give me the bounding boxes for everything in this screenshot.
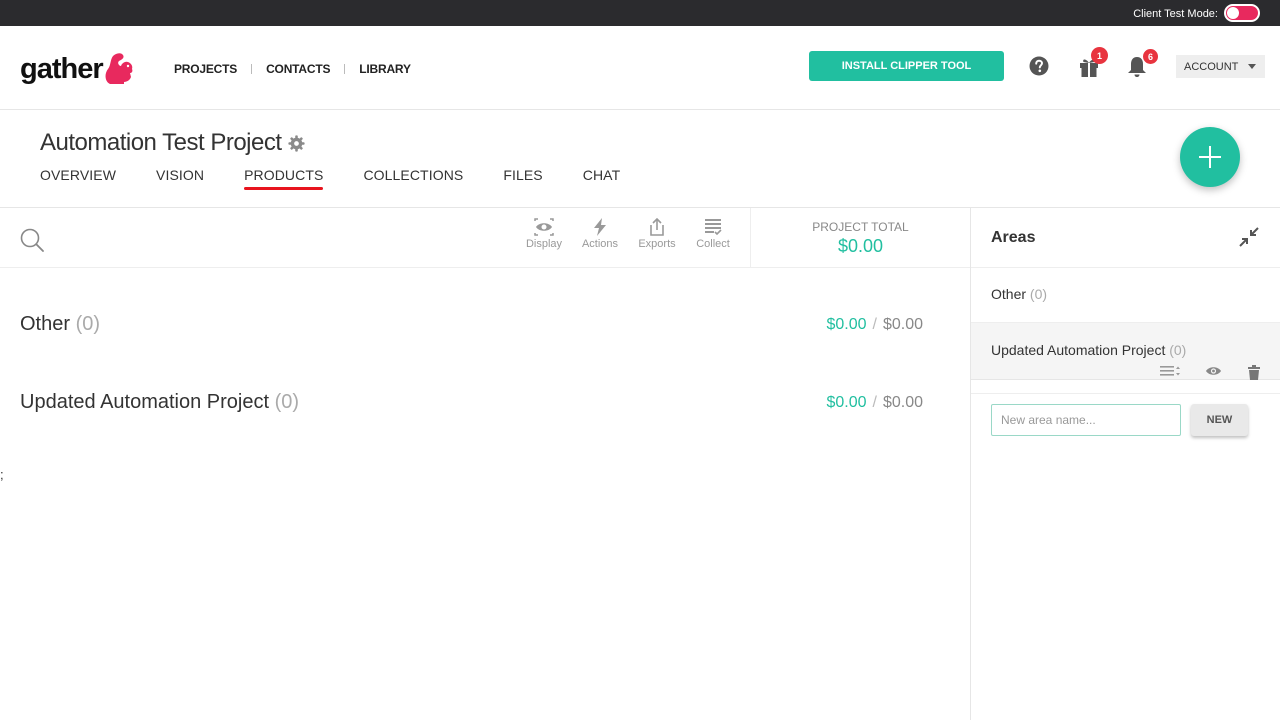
project-tabs: OVERVIEW VISION PRODUCTS COLLECTIONS FIL… — [40, 167, 660, 190]
area-budget: $0.00 — [882, 316, 923, 333]
area-item-count: (0) — [1029, 286, 1048, 302]
new-area-input[interactable] — [991, 404, 1181, 436]
tab-overview[interactable]: OVERVIEW — [40, 167, 116, 183]
client-test-mode-toggle[interactable] — [1224, 4, 1260, 22]
area-row[interactable]: Updated Automation Project (0) $0.00/$0.… — [20, 391, 923, 421]
products-toolbar: Display Actions Exports Collect PROJECT … — [0, 208, 970, 268]
areas-panel-header: Areas — [971, 208, 1280, 268]
chevron-down-icon — [1248, 64, 1256, 69]
install-clipper-button[interactable]: INSTALL CLIPPER TOOL — [809, 51, 1004, 81]
eye-icon — [534, 218, 554, 236]
area-title: Updated Automation Project (0) — [20, 391, 300, 413]
slash-divider: / — [872, 394, 877, 411]
nav-library[interactable]: LIBRARY — [359, 62, 411, 76]
area-item-count: (0) — [1169, 342, 1187, 358]
tab-files[interactable]: FILES — [503, 167, 542, 183]
areas-list-item[interactable]: Updated Automation Project (0) — [971, 323, 1280, 380]
notifications-badge: 6 — [1143, 49, 1158, 64]
eye-icon[interactable] — [1205, 365, 1222, 377]
top-strip: Client Test Mode: — [0, 0, 1280, 26]
area-title: Other (0) — [20, 313, 101, 335]
slash-divider: / — [872, 316, 877, 333]
gather-logo[interactable]: gather — [20, 51, 134, 91]
area-count: (0) — [274, 391, 300, 413]
area-item-label: Updated Automation Project (0) — [991, 342, 1187, 358]
areas-list-item[interactable]: Other (0) — [971, 268, 1280, 323]
tab-vision[interactable]: VISION — [156, 167, 204, 183]
share-icon — [650, 218, 664, 236]
collect-tool[interactable]: Collect — [688, 218, 738, 250]
collapse-icon[interactable] — [1238, 226, 1260, 248]
app-header: gather PROJECTS CONTACTS LIBRARY INSTALL… — [0, 26, 1280, 110]
area-item-actions — [971, 365, 1280, 380]
project-total: PROJECT TOTAL $0.00 — [750, 208, 970, 268]
search-icon[interactable] — [20, 228, 44, 252]
page-title: Automation Test Project — [40, 129, 282, 156]
area-totals: $0.00 / $0.00 — [826, 316, 923, 334]
area-row[interactable]: Other (0) $0.00 / $0.00 — [20, 313, 923, 343]
new-area-button[interactable]: NEW — [1191, 404, 1248, 436]
area-item-label: Other (0) — [991, 286, 1048, 302]
nav-contacts[interactable]: CONTACTS — [266, 62, 330, 76]
project-total-value: $0.00 — [837, 236, 884, 256]
list-check-icon — [705, 219, 722, 236]
actions-label: Actions — [581, 238, 619, 250]
account-label: ACCOUNT — [1184, 60, 1239, 73]
account-dropdown[interactable]: ACCOUNT — [1176, 55, 1265, 78]
main-nav: PROJECTS CONTACTS LIBRARY — [174, 62, 411, 76]
area-count: (0) — [75, 313, 101, 335]
tab-collections[interactable]: COLLECTIONS — [363, 167, 463, 183]
area-amount: $0.00 — [826, 394, 867, 411]
tab-chat[interactable]: CHAT — [583, 167, 620, 183]
actions-tool[interactable]: Actions — [575, 218, 625, 250]
squirrel-icon — [105, 53, 133, 84]
project-header: Automation Test Project OVERVIEW VISION … — [0, 110, 1280, 208]
display-tool[interactable]: Display — [519, 218, 569, 250]
collect-label: Collect — [696, 238, 730, 250]
reorder-icon[interactable] — [1160, 365, 1182, 377]
project-total-label: PROJECT TOTAL — [812, 220, 909, 234]
client-test-mode-label: Client Test Mode: — [1133, 8, 1218, 20]
help-icon[interactable] — [1029, 56, 1049, 76]
nav-projects[interactable]: PROJECTS — [174, 62, 237, 76]
exports-label: Exports — [638, 238, 676, 250]
gift-badge: 1 — [1091, 47, 1108, 64]
area-budget: $0.00 — [882, 394, 923, 411]
area-amount: $0.00 — [826, 316, 867, 333]
plus-icon — [1199, 146, 1221, 168]
add-button[interactable] — [1180, 127, 1240, 187]
new-area-form: NEW — [971, 393, 1280, 453]
display-label: Display — [525, 238, 563, 250]
area-totals: $0.00 / $0.00 — [826, 394, 923, 412]
areas-panel-title: Areas — [991, 229, 1036, 246]
toggle-knob — [1227, 7, 1239, 19]
areas-panel: Areas Other (0) Updated Automation Proje… — [970, 208, 1280, 720]
stray-text: ; — [0, 467, 4, 482]
gear-icon[interactable] — [288, 135, 305, 152]
exports-tool[interactable]: Exports — [632, 218, 682, 250]
lightning-icon — [594, 218, 606, 236]
nav-divider — [251, 64, 253, 74]
logo-text: gather — [20, 53, 104, 85]
trash-icon[interactable] — [1247, 365, 1261, 380]
nav-divider — [344, 64, 346, 74]
tab-products[interactable]: PRODUCTS — [244, 167, 324, 190]
